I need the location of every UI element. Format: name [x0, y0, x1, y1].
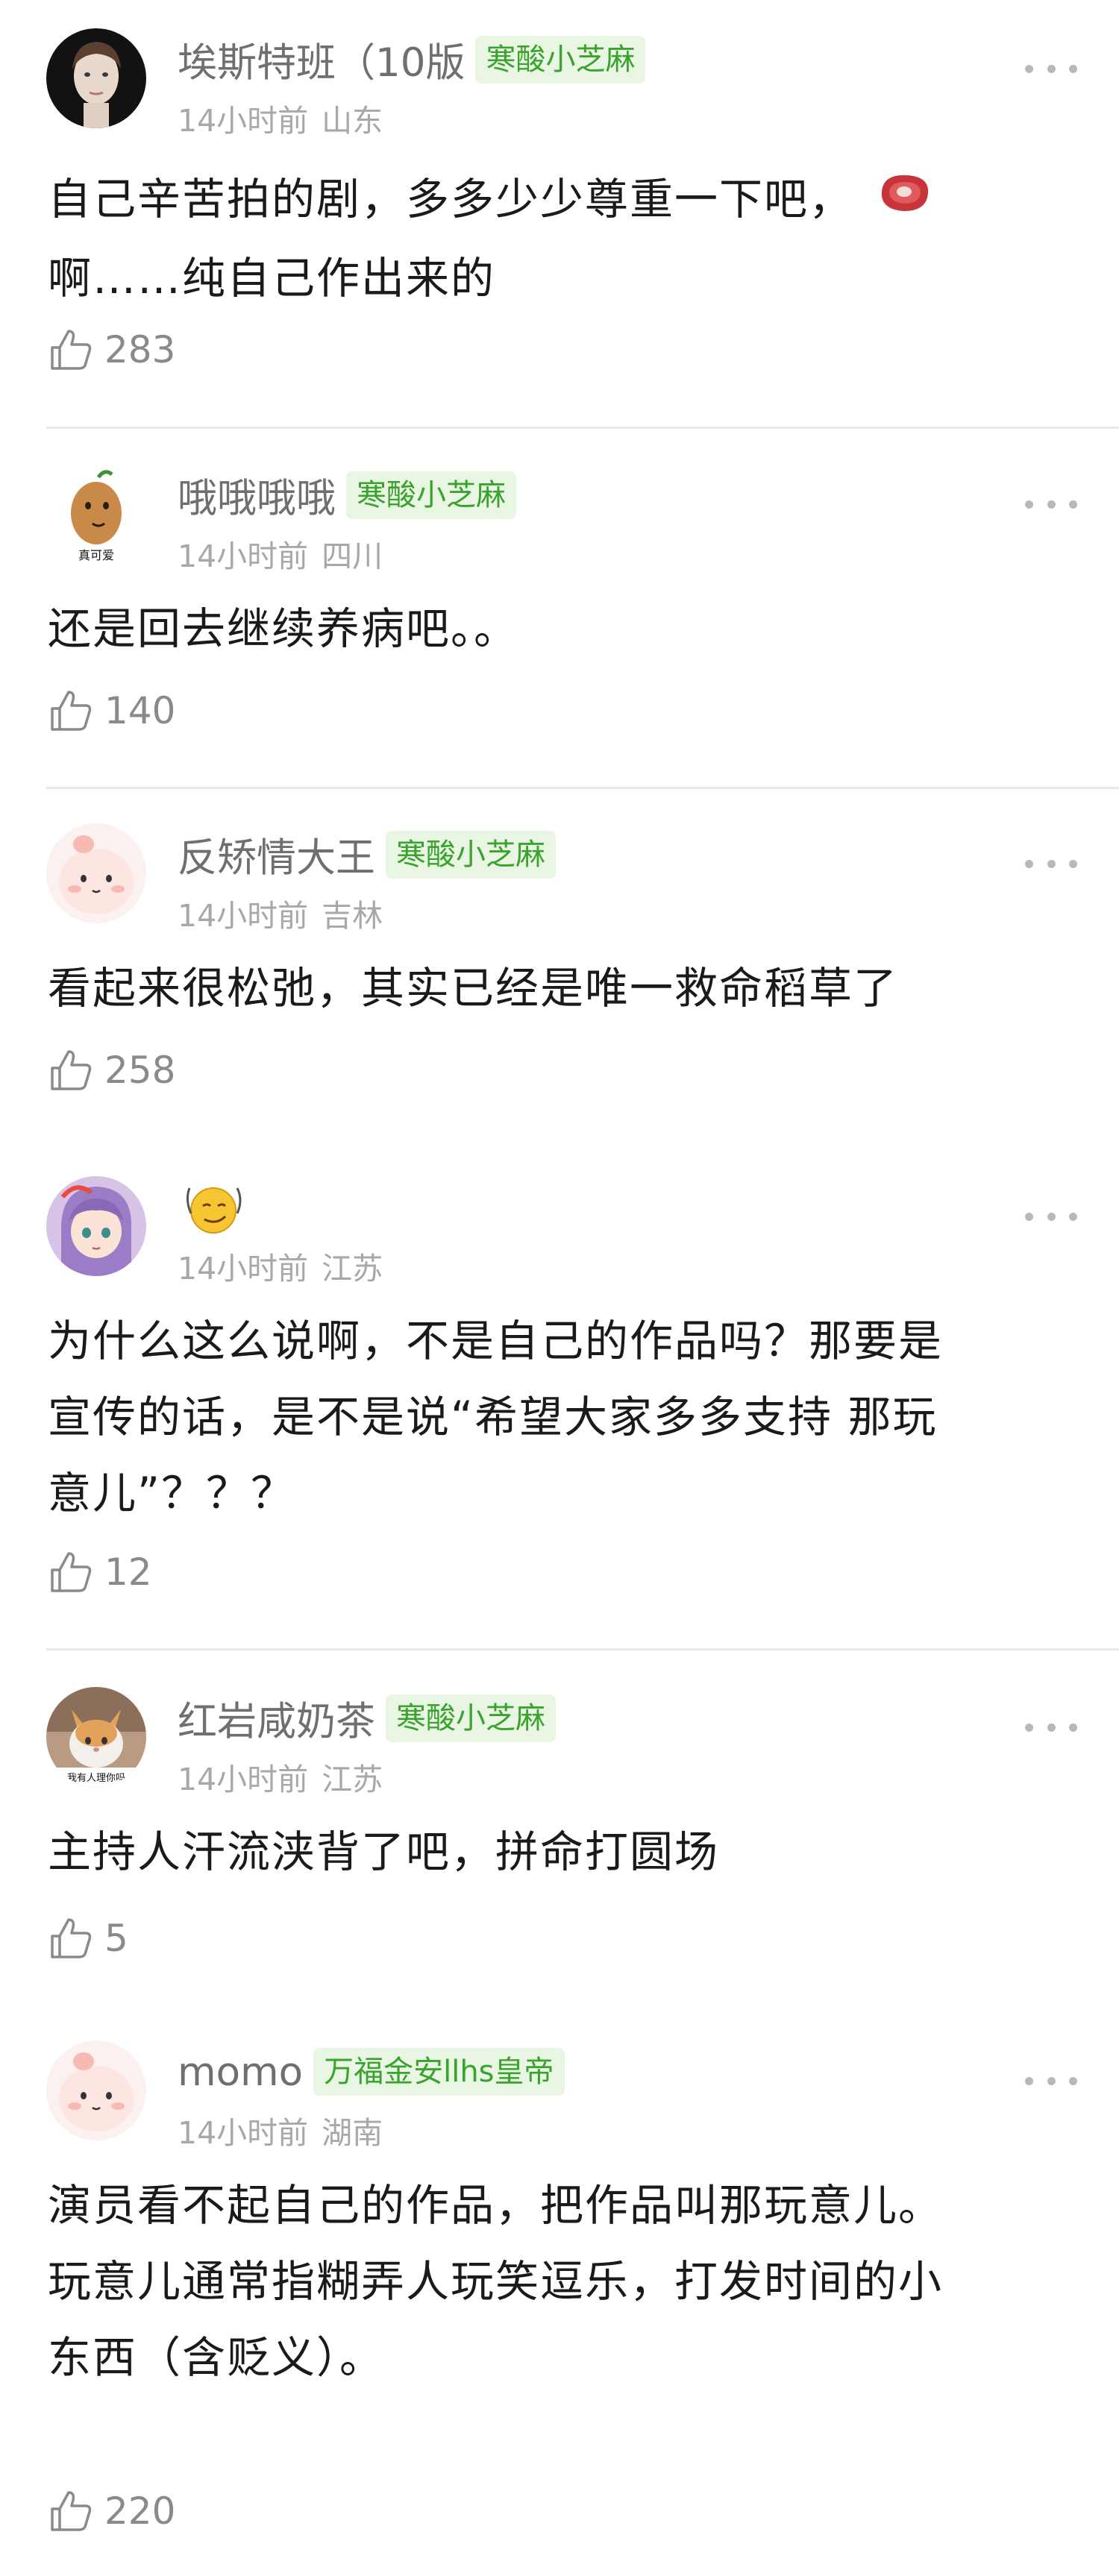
like-count: 220: [104, 2489, 176, 2533]
comment-line: 东西（含贬义）。: [48, 2332, 385, 2383]
comment-line: 玩意儿通常指糊弄人玩笑逗乐，打发时间的小: [48, 2256, 944, 2307]
comment-text: 还是回去继续养病吧。。: [48, 591, 1074, 667]
like-button[interactable]: 220: [48, 2488, 175, 2534]
like-button[interactable]: 5: [48, 1915, 128, 1961]
comment-line: 为什么这么说啊，不是自己的作品吗？那要是: [48, 1316, 944, 1366]
avatar-caption: 我有人理你吗: [67, 1773, 125, 1784]
avatar[interactable]: 我有人理你吗: [46, 1687, 146, 1787]
thumbs-up-icon: [51, 691, 92, 731]
like-count: 283: [104, 328, 176, 371]
smirk-emoji-icon: [178, 1178, 249, 1237]
comment-time: 14小时前: [178, 898, 309, 934]
like-count: 140: [104, 689, 176, 732]
more-options-icon[interactable]: [1025, 856, 1077, 871]
more-options-icon[interactable]: [1025, 1720, 1077, 1735]
comment-location: 山东: [322, 103, 383, 139]
fan-badge[interactable]: 寒酸小芝麻: [386, 831, 556, 879]
comment-time: 14小时前: [178, 2115, 309, 2151]
thumbs-up-icon: [51, 1050, 92, 1090]
fan-badge[interactable]: 万福金安llhs皇帝: [313, 2048, 565, 2096]
comment-meta: 14小时前 江苏: [178, 1243, 383, 1288]
comment-meta: 14小时前 四川: [178, 531, 383, 576]
comment-text: 演员看不起自己的作品，把作品叫那玩意儿。 玩意儿通常指糊弄人玩笑逗乐，打发时间的…: [48, 2167, 1074, 2396]
like-button[interactable]: 258: [48, 1047, 175, 1093]
comment-time: 14小时前: [178, 538, 309, 574]
thumbs-up-icon: [51, 330, 92, 370]
comment-meta: 14小时前 湖南: [178, 2108, 383, 2152]
comment-location: 江苏: [322, 1762, 383, 1797]
fan-badge[interactable]: 寒酸小芝麻: [346, 471, 516, 519]
comment-text: 自己辛苦拍的剧，多多少少尊重一下吧， 啊……纯自己作出来的: [48, 161, 1074, 316]
comment-time: 14小时前: [178, 103, 309, 139]
divider: [46, 427, 1119, 429]
comment-location: 吉林: [322, 898, 383, 934]
more-options-icon[interactable]: [1025, 1209, 1077, 1224]
more-options-icon[interactable]: [1025, 61, 1077, 76]
comment-meta: 14小时前 吉林: [178, 890, 383, 935]
comment-time: 14小时前: [178, 1762, 309, 1797]
comment-line: 啊……纯自己作出来的: [48, 252, 496, 304]
more-options-icon[interactable]: [1025, 2073, 1077, 2088]
comment-line: 还是回去继续养病吧。。: [48, 603, 519, 654]
like-button[interactable]: 140: [48, 688, 175, 734]
like-count: 5: [104, 1917, 128, 1960]
divider: [46, 787, 1119, 789]
comment-location: 江苏: [322, 1251, 383, 1287]
comment-line: 看起来很松弛，其实已经是唯一救命稻草了: [48, 963, 899, 1014]
comment-line: 自己辛苦拍的剧，多多少少尊重一下吧，: [48, 174, 854, 224]
username[interactable]: 反矫情大王: [178, 826, 375, 883]
steak-emoji-icon: [874, 164, 934, 240]
comment-time: 14小时前: [178, 1251, 309, 1287]
like-button[interactable]: 283: [48, 327, 175, 373]
comment-location: 湖南: [322, 2115, 383, 2151]
avatar[interactable]: [46, 28, 146, 128]
comment-text: 主持人汗流浃背了吧，拼命打圆场: [48, 1814, 1074, 1890]
username[interactable]: 埃斯特班（10版: [178, 31, 465, 88]
fan-badge[interactable]: 寒酸小芝麻: [386, 1694, 556, 1742]
like-count: 258: [104, 1049, 176, 1092]
thumbs-up-icon: [51, 2491, 92, 2531]
avatar-caption: 真可爱: [78, 548, 114, 562]
more-options-icon[interactable]: [1025, 497, 1077, 512]
username[interactable]: momo: [178, 2049, 303, 2095]
comment-list: 埃斯特班（10版 寒酸小芝麻 14小时前 山东 自己辛苦拍的剧，多多少少尊重一下吧…: [0, 0, 1119, 2576]
comment-text: 看起来很松弛，其实已经是唯一救命稻草了: [48, 950, 1074, 1026]
username[interactable]: 哦哦哦哦: [178, 467, 336, 524]
like-button[interactable]: 12: [48, 1549, 152, 1595]
like-count: 12: [104, 1551, 152, 1594]
comment-line: 意儿”？？？: [48, 1468, 296, 1518]
comment-location: 四川: [322, 538, 383, 574]
avatar[interactable]: [46, 823, 146, 923]
username[interactable]: 红岩咸奶茶: [178, 1690, 375, 1747]
comment-line: 演员看不起自己的作品，把作品叫那玩意儿。: [48, 2180, 944, 2231]
comment-line: 宣传的话，是不是说“希望大家多多支持 那玩: [48, 1392, 938, 1442]
thumbs-up-icon: [51, 1552, 92, 1592]
thumbs-up-icon: [51, 1918, 92, 1958]
avatar[interactable]: 真可爱: [46, 464, 146, 564]
avatar[interactable]: [46, 1176, 146, 1276]
comment-line: 主持人汗流浃背了吧，拼命打圆场: [48, 1826, 720, 1877]
divider: [46, 1648, 1119, 1650]
comment-meta: 14小时前 山东: [178, 95, 383, 140]
comment-text: 为什么这么说啊，不是自己的作品吗？那要是 宣传的话，是不是说“希望大家多多支持 …: [48, 1303, 1074, 1531]
avatar[interactable]: [46, 2041, 146, 2140]
comment-meta: 14小时前 江苏: [178, 1754, 383, 1799]
fan-badge[interactable]: 寒酸小芝麻: [475, 36, 646, 84]
